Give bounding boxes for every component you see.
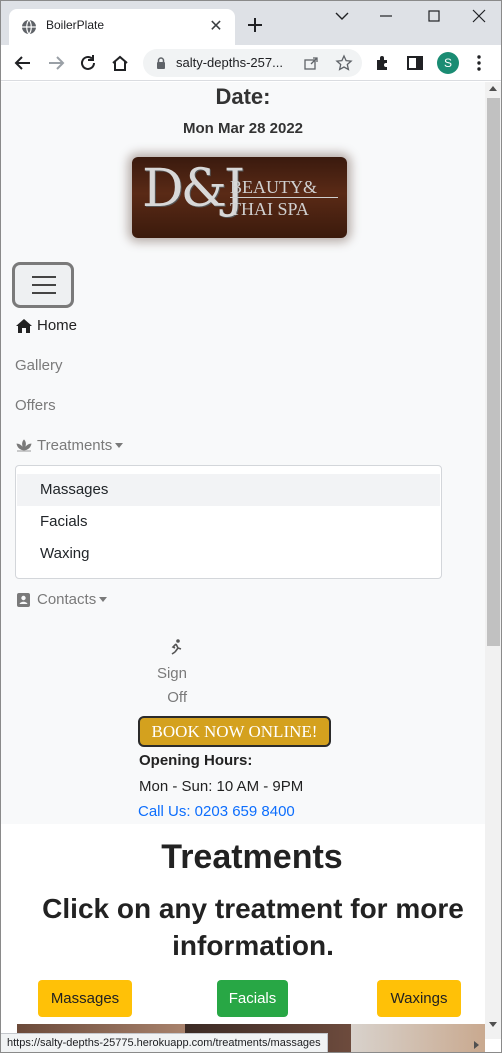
opening-hours-text: Mon - Sun: 10 AM - 9PM xyxy=(139,778,304,795)
scroll-down-arrow-icon[interactable] xyxy=(489,1022,497,1027)
browser-tab[interactable]: BoilerPlate ✕ xyxy=(9,9,235,45)
treatments-dropdown-menu: Massages Facials Waxing xyxy=(15,465,442,579)
nav-gallery[interactable]: Gallery xyxy=(15,357,63,374)
globe-icon xyxy=(22,19,36,35)
kebab-menu-icon[interactable] xyxy=(469,53,489,73)
chevron-down-icon[interactable] xyxy=(332,7,352,25)
call-us-link[interactable]: Call Us: 0203 659 8400 xyxy=(138,803,295,820)
page-subtitle: Click on any treatment for more informat… xyxy=(42,893,464,961)
hamburger-icon-bar xyxy=(32,284,56,286)
book-now-button[interactable]: BOOK NOW ONLINE! xyxy=(138,716,331,747)
running-person-icon[interactable] xyxy=(167,638,185,656)
logo-monogram: D&J xyxy=(142,159,245,219)
opening-hours-title: Opening Hours: xyxy=(139,752,253,769)
page-viewport: Date: Mon Mar 28 2022 D&J BEAUTY& THAI S… xyxy=(1,82,485,1052)
nav-offers[interactable]: Offers xyxy=(15,397,56,414)
tab-title: BoilerPlate xyxy=(46,18,105,32)
nav-home-label: Home xyxy=(37,317,78,334)
status-bar-url: https://salty-depths-25775.herokuapp.com… xyxy=(1,1033,328,1052)
date-label: Date: xyxy=(215,84,271,109)
window-close-icon[interactable] xyxy=(469,7,489,25)
sign-off-link[interactable]: Sign Off xyxy=(147,662,187,710)
scroll-right-arrow-icon[interactable] xyxy=(474,1041,479,1049)
profile-avatar[interactable]: S xyxy=(437,52,459,74)
navbar-toggler-button[interactable] xyxy=(12,262,74,308)
new-tab-icon[interactable] xyxy=(245,15,265,35)
home-icon[interactable] xyxy=(110,53,130,73)
contact-card-icon xyxy=(17,592,30,607)
caret-down-icon xyxy=(115,443,124,448)
scroll-up-arrow-icon[interactable] xyxy=(489,86,497,91)
facials-button[interactable]: Facials xyxy=(217,980,288,1017)
dropdown-item-waxing[interactable]: Waxing xyxy=(17,538,440,570)
back-arrow-icon[interactable] xyxy=(13,53,33,73)
brand-logo[interactable]: D&J BEAUTY& THAI SPA xyxy=(132,157,347,238)
logo-divider xyxy=(230,197,338,198)
forward-arrow-icon[interactable] xyxy=(46,53,66,73)
close-tab-icon[interactable]: ✕ xyxy=(208,18,224,34)
hamburger-icon-bar xyxy=(32,276,56,278)
page-title: Treatments xyxy=(161,838,343,876)
share-icon[interactable] xyxy=(303,55,319,71)
massages-button[interactable]: Massages xyxy=(38,980,132,1017)
treatment-photo[interactable] xyxy=(351,1024,485,1052)
waxings-button[interactable]: Waxings xyxy=(377,980,461,1017)
caret-down-icon xyxy=(99,597,108,602)
address-bar[interactable]: salty-depths-257... xyxy=(143,49,362,77)
side-panel-icon[interactable] xyxy=(405,53,425,73)
url-text[interactable]: salty-depths-257... xyxy=(176,55,283,70)
navbar: Date: Mon Mar 28 2022 D&J BEAUTY& THAI S… xyxy=(1,82,485,824)
nav-gallery-label: Gallery xyxy=(15,357,63,374)
lotus-icon xyxy=(16,438,32,451)
vertical-scrollbar[interactable] xyxy=(485,82,501,1039)
browser-window: BoilerPlate ✕ salty-depths-257... S Date… xyxy=(0,0,502,1053)
logo-line-1: BEAUTY& xyxy=(230,177,317,197)
scrollbar-thumb[interactable] xyxy=(487,98,500,646)
tab-strip: BoilerPlate ✕ xyxy=(1,1,501,45)
bookmark-star-icon[interactable] xyxy=(335,54,353,72)
extensions-puzzle-icon[interactable] xyxy=(373,53,393,73)
browser-toolbar: salty-depths-257... S xyxy=(1,45,501,81)
reload-icon[interactable] xyxy=(78,53,98,73)
nav-home[interactable]: Home xyxy=(15,317,77,334)
nav-treatments-label: Treatments xyxy=(37,437,113,454)
minimize-icon[interactable] xyxy=(376,7,396,25)
logo-line-2: THAI SPA xyxy=(230,199,309,219)
lock-icon[interactable] xyxy=(154,56,168,70)
hamburger-icon-bar xyxy=(32,292,56,294)
maximize-icon[interactable] xyxy=(424,7,444,25)
nav-contacts-label: Contacts xyxy=(37,591,97,608)
dropdown-item-massages[interactable]: Massages xyxy=(17,474,440,506)
dropdown-item-facials[interactable]: Facials xyxy=(17,506,440,538)
date-value: Mon Mar 28 2022 xyxy=(182,120,304,137)
nav-offers-label: Offers xyxy=(15,397,56,414)
nav-treatments-dropdown[interactable]: Treatments xyxy=(15,437,124,454)
nav-contacts-dropdown[interactable]: Contacts xyxy=(15,591,108,608)
house-icon xyxy=(16,318,32,333)
